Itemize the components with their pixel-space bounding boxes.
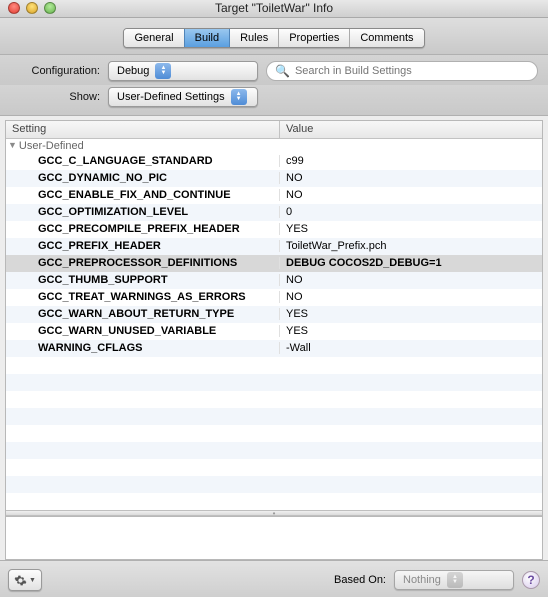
search-input[interactable]	[295, 65, 529, 77]
column-setting[interactable]: Setting	[6, 121, 280, 138]
setting-name: GCC_OPTIMIZATION_LEVEL	[6, 206, 280, 218]
tabs-segmented-control[interactable]: GeneralBuildRulesPropertiesComments	[123, 28, 424, 48]
splitter[interactable]: •	[6, 510, 542, 516]
table-row[interactable]: GCC_WARN_UNUSED_VARIABLEYES	[6, 323, 542, 340]
tab-comments[interactable]: Comments	[350, 29, 423, 47]
chevron-updown-icon: ▲▼	[155, 63, 171, 79]
show-popup[interactable]: User-Defined Settings ▲▼	[108, 87, 258, 107]
tab-bar: GeneralBuildRulesPropertiesComments	[0, 18, 548, 55]
setting-value: c99	[280, 155, 542, 167]
table-row[interactable]: WARNING_CFLAGS-Wall	[6, 340, 542, 357]
search-field[interactable]: 🔍	[266, 61, 538, 81]
setting-name: WARNING_CFLAGS	[6, 342, 280, 354]
setting-value: NO	[280, 189, 542, 201]
empty-row	[6, 374, 542, 391]
window-title: Target "ToiletWar" Info	[8, 1, 540, 15]
show-label: Show:	[10, 91, 100, 103]
group-label: User-Defined	[19, 140, 84, 152]
tab-rules[interactable]: Rules	[230, 29, 279, 47]
show-value: User-Defined Settings	[117, 91, 225, 103]
based-on-value: Nothing	[403, 574, 441, 586]
setting-name: GCC_WARN_UNUSED_VARIABLE	[6, 325, 280, 337]
action-menu-button[interactable]: ▼	[8, 569, 42, 591]
show-row: Show: User-Defined Settings ▲▼	[0, 85, 548, 116]
setting-name: GCC_WARN_ABOUT_RETURN_TYPE	[6, 308, 280, 320]
help-button[interactable]: ?	[522, 571, 540, 589]
table-row[interactable]: GCC_THUMB_SUPPORTNO	[6, 272, 542, 289]
setting-name: GCC_C_LANGUAGE_STANDARD	[6, 155, 280, 167]
chevron-updown-icon: ▲▼	[447, 572, 463, 588]
setting-value: NO	[280, 172, 542, 184]
table-row[interactable]: GCC_OPTIMIZATION_LEVEL0	[6, 204, 542, 221]
configuration-value: Debug	[117, 65, 149, 77]
search-icon: 🔍	[275, 64, 290, 78]
table-row[interactable]: GCC_TREAT_WARNINGS_AS_ERRORSNO	[6, 289, 542, 306]
setting-name: GCC_THUMB_SUPPORT	[6, 274, 280, 286]
table-row[interactable]: GCC_PREPROCESSOR_DEFINITIONSDEBUG COCOS2…	[6, 255, 542, 272]
based-on-label: Based On:	[334, 574, 386, 586]
setting-name: GCC_DYNAMIC_NO_PIC	[6, 172, 280, 184]
empty-row	[6, 425, 542, 442]
empty-row	[6, 442, 542, 459]
zoom-icon[interactable]	[44, 2, 56, 14]
setting-value: -Wall	[280, 342, 542, 354]
based-on-popup[interactable]: Nothing ▲▼	[394, 570, 514, 590]
setting-value: ToiletWar_Prefix.pch	[280, 240, 542, 252]
titlebar: Target "ToiletWar" Info	[0, 0, 548, 18]
setting-value: 0	[280, 206, 542, 218]
setting-name: GCC_TREAT_WARNINGS_AS_ERRORS	[6, 291, 280, 303]
empty-row	[6, 391, 542, 408]
column-value[interactable]: Value	[280, 121, 542, 138]
configuration-row: Configuration: Debug ▲▼ 🔍	[0, 55, 548, 85]
tab-general[interactable]: General	[124, 29, 184, 47]
settings-table: Setting Value ▼ User-Defined GCC_C_LANGU…	[5, 120, 543, 517]
configuration-popup[interactable]: Debug ▲▼	[108, 61, 258, 81]
disclosure-triangle-icon[interactable]: ▼	[8, 140, 17, 152]
table-row[interactable]: GCC_DYNAMIC_NO_PICNO	[6, 170, 542, 187]
setting-value: NO	[280, 291, 542, 303]
setting-value: DEBUG COCOS2D_DEBUG=1	[280, 257, 542, 269]
setting-name: GCC_PREFIX_HEADER	[6, 240, 280, 252]
empty-row	[6, 493, 542, 510]
table-header: Setting Value	[6, 121, 542, 139]
window-controls	[8, 2, 56, 14]
setting-value: YES	[280, 308, 542, 320]
tab-build[interactable]: Build	[184, 29, 230, 47]
footer: ▼ Based On: Nothing ▲▼ ?	[0, 560, 548, 597]
minimize-icon[interactable]	[26, 2, 38, 14]
setting-value: YES	[280, 223, 542, 235]
table-row[interactable]: GCC_PRECOMPILE_PREFIX_HEADERYES	[6, 221, 542, 238]
empty-row	[6, 357, 542, 374]
chevron-down-icon: ▼	[29, 577, 36, 584]
setting-value: NO	[280, 274, 542, 286]
table-row[interactable]: GCC_WARN_ABOUT_RETURN_TYPEYES	[6, 306, 542, 323]
group-row[interactable]: ▼ User-Defined	[6, 139, 542, 153]
table-body[interactable]: ▼ User-Defined GCC_C_LANGUAGE_STANDARDc9…	[6, 139, 542, 510]
setting-name: GCC_PREPROCESSOR_DEFINITIONS	[6, 257, 280, 269]
chevron-updown-icon: ▲▼	[231, 89, 247, 105]
setting-name: GCC_ENABLE_FIX_AND_CONTINUE	[6, 189, 280, 201]
setting-value: YES	[280, 325, 542, 337]
tab-properties[interactable]: Properties	[279, 29, 350, 47]
setting-name: GCC_PRECOMPILE_PREFIX_HEADER	[6, 223, 280, 235]
table-row[interactable]: GCC_PREFIX_HEADERToiletWar_Prefix.pch	[6, 238, 542, 255]
detail-pane	[5, 517, 543, 560]
empty-row	[6, 459, 542, 476]
gear-icon	[14, 574, 27, 587]
empty-row	[6, 476, 542, 493]
table-row[interactable]: GCC_C_LANGUAGE_STANDARDc99	[6, 153, 542, 170]
empty-row	[6, 408, 542, 425]
table-row[interactable]: GCC_ENABLE_FIX_AND_CONTINUENO	[6, 187, 542, 204]
configuration-label: Configuration:	[10, 65, 100, 77]
close-icon[interactable]	[8, 2, 20, 14]
